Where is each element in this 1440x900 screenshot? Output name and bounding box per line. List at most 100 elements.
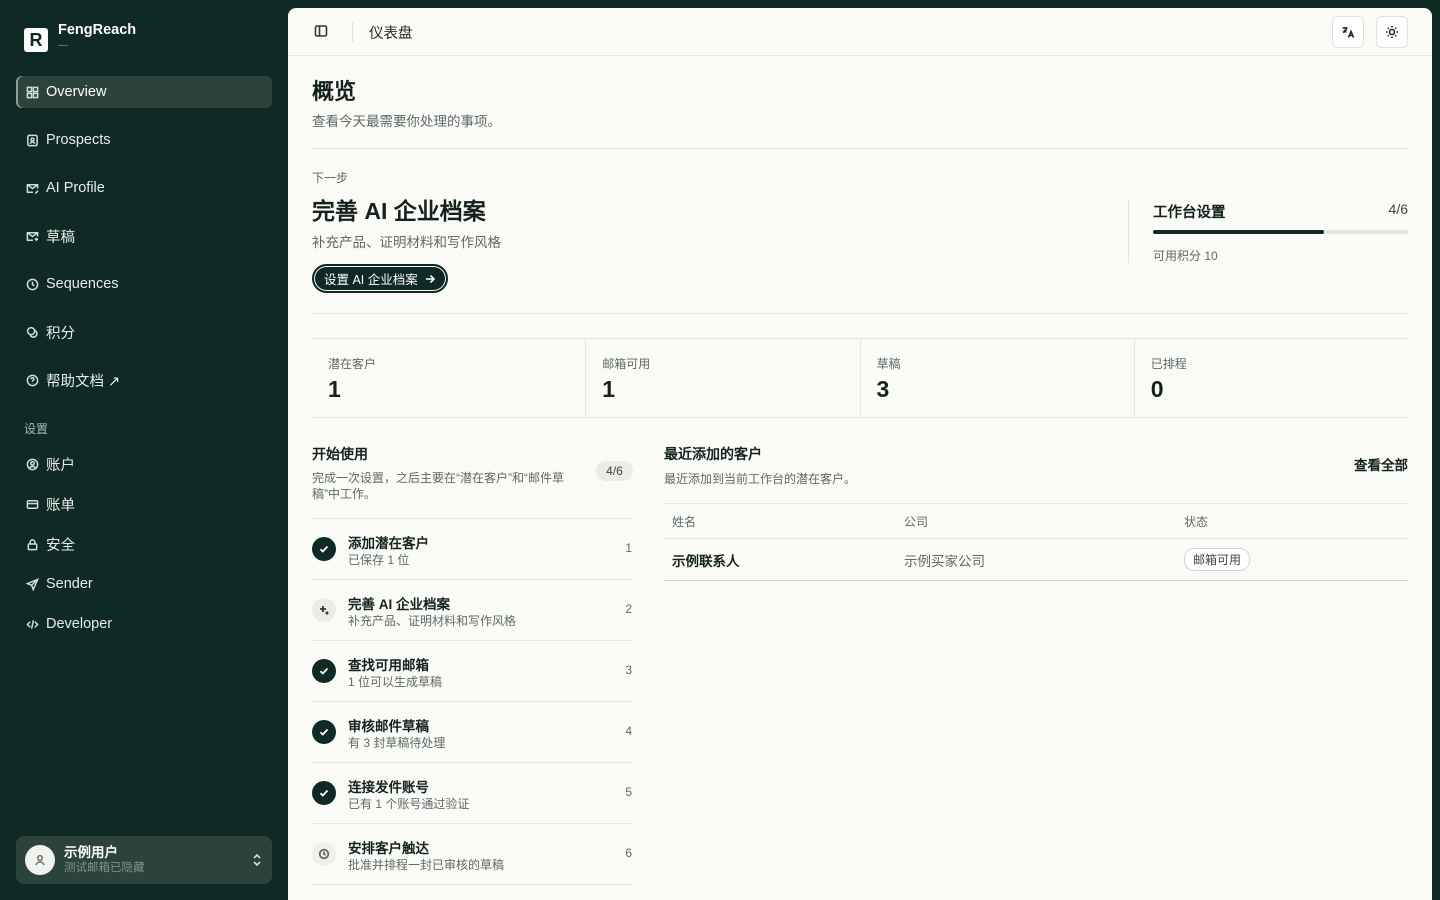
- step-subtitle: 已保存 1 位: [348, 553, 410, 567]
- next-step-label: 下一步: [312, 171, 349, 185]
- stat-email-available: 邮箱可用 1: [585, 339, 859, 417]
- recent-prospects-title: 最近添加的客户: [664, 446, 762, 462]
- setup-ai-profile-button[interactable]: 设置 AI 企业档案: [312, 264, 448, 293]
- theme-toggle-button[interactable]: [1376, 16, 1408, 48]
- avatar: [25, 845, 55, 875]
- sidebar-item-security[interactable]: 安全: [16, 528, 272, 560]
- sparkle-icon: [312, 598, 336, 622]
- step-connect-sender[interactable]: 连接发件账号 已有 1 个账号通过验证 5: [312, 763, 632, 824]
- recent-prospects: 最近添加的客户 最近添加到当前工作台的潜在客户。 查看全部 姓名 公司 状态 示…: [664, 444, 1408, 581]
- sidebar-item-billing[interactable]: 账单: [16, 488, 272, 520]
- user-icon: [35, 854, 45, 866]
- lock-icon: [25, 537, 39, 551]
- stat-label: 潜在客户: [328, 357, 377, 371]
- sidebar-item-drafts[interactable]: 草稿: [16, 220, 272, 252]
- workspace-setup-progress: [1153, 230, 1408, 234]
- available-credits: 可用积分 10: [1153, 249, 1218, 263]
- step-subtitle: 批准并排程一封已审核的草稿: [348, 858, 505, 872]
- app-root: R FengReach — Overview Prospects AI Prof…: [0, 0, 1440, 900]
- sidebar-item-label: 账单: [46, 497, 75, 514]
- table-row[interactable]: 示例联系人 示例买家公司 邮箱可用: [664, 539, 1408, 580]
- step-title: 添加潜在客户: [348, 536, 429, 551]
- button-label: 设置 AI 企业档案: [324, 273, 418, 287]
- stat-value: 3: [876, 376, 890, 402]
- sidebar-item-sender[interactable]: Sender: [16, 568, 272, 600]
- steps-list: 添加潜在客户 已保存 1 位 1 完善 AI 企业档案 补充产品、证明材料和写作…: [312, 518, 632, 885]
- getting-started: 开始使用 完成一次设置，之后主要在“潜在客户”和“邮件草稿”中工作。 4/6 添…: [312, 444, 633, 885]
- sidebar-item-help-docs[interactable]: 帮助文档 ↗: [16, 364, 272, 396]
- brand-name: FengReach: [58, 22, 137, 38]
- step-subtitle: 有 3 封草稿待处理: [348, 736, 446, 750]
- step-number: 2: [625, 602, 632, 616]
- step-add-prospects[interactable]: 添加潜在客户 已保存 1 位 1: [312, 519, 632, 580]
- step-subtitle: 已有 1 个账号通过验证: [348, 797, 470, 811]
- brand-logo: R: [24, 28, 48, 52]
- step-number: 1: [625, 541, 632, 555]
- divider: [312, 148, 1408, 149]
- column-header-company[interactable]: 公司: [904, 513, 1184, 530]
- sidebar-item-ai-profile[interactable]: AI Profile: [16, 172, 272, 204]
- recent-prospects-subtitle: 最近添加到当前工作台的潜在客户。: [664, 472, 857, 486]
- settings-section-label: 设置: [24, 422, 49, 436]
- view-all-link[interactable]: 查看全部: [1354, 454, 1408, 474]
- grid-icon: [25, 85, 39, 99]
- sidebar-item-overview[interactable]: Overview: [16, 76, 272, 108]
- next-step-title: 完善 AI 企业档案: [312, 198, 486, 224]
- translate-icon: [1342, 27, 1355, 38]
- user-menu[interactable]: 示例用户 测试邮箱已隐藏: [16, 836, 272, 884]
- sidebar-item-label: Sender: [46, 576, 93, 592]
- sidebar-toggle-button[interactable]: [314, 24, 330, 40]
- brand[interactable]: R FengReach —: [24, 20, 136, 52]
- step-schedule-outreach[interactable]: 安排客户触达 批准并排程一封已审核的草稿 6: [312, 824, 632, 885]
- stat-value: 1: [328, 376, 341, 402]
- send-icon: [25, 577, 39, 591]
- divider: [1128, 199, 1129, 263]
- stat-prospects: 潜在客户 1: [312, 339, 585, 417]
- sidebar-nav: Overview Prospects AI Profile 草稿 Sequenc…: [16, 76, 272, 412]
- prospect-name[interactable]: 示例联系人: [664, 550, 904, 570]
- mail-draft-icon: [25, 229, 39, 243]
- workspace-setup-count: 4/6: [1388, 201, 1408, 217]
- sidebar-item-label: 帮助文档 ↗: [46, 373, 121, 390]
- brand-sub: —: [58, 40, 68, 51]
- step-review-drafts[interactable]: 审核邮件草稿 有 3 封草稿待处理 4: [312, 702, 632, 763]
- sidebar-item-label: AI Profile: [46, 180, 105, 196]
- topbar: 仪表盘: [288, 8, 1432, 56]
- code-icon: [25, 617, 39, 631]
- step-title: 完善 AI 企业档案: [348, 597, 451, 612]
- step-number: 6: [625, 846, 632, 860]
- contact-card-icon: [25, 133, 39, 147]
- stat-value: 0: [1150, 376, 1164, 402]
- main-panel: 仪表盘 概览 查看今天最需要你处理的事项。 下一步 完善 AI 企业档案 补充产…: [288, 8, 1432, 900]
- step-number: 3: [625, 663, 632, 677]
- column-header-name[interactable]: 姓名: [664, 513, 904, 530]
- stat-scheduled: 已排程 0: [1133, 339, 1408, 417]
- sidebar-item-prospects[interactable]: Prospects: [16, 124, 272, 156]
- column-header-status[interactable]: 状态: [1184, 513, 1408, 530]
- step-subtitle: 1 位可以生成草稿: [348, 675, 443, 689]
- clock-icon: [25, 277, 39, 291]
- next-step-subtitle: 补充产品、证明材料和写作风格: [312, 235, 501, 250]
- check-icon: [312, 537, 336, 561]
- step-number: 5: [625, 785, 632, 799]
- panel-left-icon: [314, 25, 328, 37]
- language-button[interactable]: [1332, 16, 1364, 48]
- coins-icon: [25, 325, 39, 339]
- step-ai-profile[interactable]: 完善 AI 企业档案 补充产品、证明材料和写作风格 2: [312, 580, 632, 641]
- check-icon: [312, 659, 336, 683]
- step-find-emails[interactable]: 查找可用邮箱 1 位可以生成草稿 3: [312, 641, 632, 702]
- sidebar-item-developer[interactable]: Developer: [16, 608, 272, 640]
- getting-started-subtitle: 完成一次设置，之后主要在“潜在客户”和“邮件草稿”中工作。: [312, 471, 564, 501]
- sidebar-item-credits[interactable]: 积分: [16, 316, 272, 348]
- credit-card-icon: [25, 497, 39, 511]
- user-name: 示例用户: [64, 845, 118, 860]
- stat-label: 邮箱可用: [602, 357, 651, 371]
- sidebar: R FengReach — Overview Prospects AI Prof…: [0, 0, 288, 900]
- status-badge: 邮箱可用: [1184, 548, 1251, 571]
- page-title: 概览: [312, 79, 357, 104]
- stats-row: 潜在客户 1 邮箱可用 1 草稿 3 已排程 0: [312, 338, 1408, 418]
- breadcrumb: 仪表盘: [369, 26, 413, 42]
- sidebar-item-account[interactable]: 账户: [16, 448, 272, 480]
- divider: [312, 313, 1408, 314]
- sidebar-item-sequences[interactable]: Sequences: [16, 268, 272, 300]
